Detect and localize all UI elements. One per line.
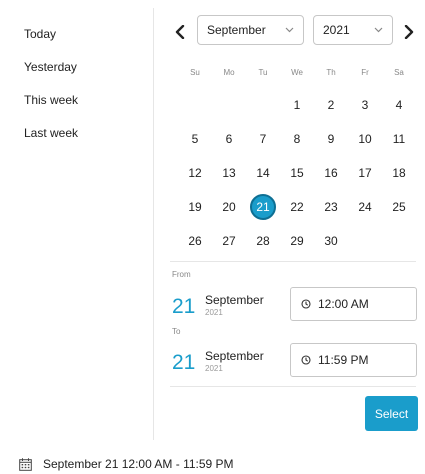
weekday-header-row: Su Mo Tu We Th Fr Sa (178, 66, 416, 80)
summary-text: September 21 12:00 AM - 11:59 PM (43, 457, 234, 471)
calendar-day[interactable]: 29 (280, 224, 314, 258)
year-select-value: 2021 (323, 23, 350, 37)
calendar-day[interactable]: 23 (314, 190, 348, 224)
weekday-tuesday: Tu (258, 68, 268, 77)
divider (170, 386, 416, 387)
prev-month-button[interactable] (170, 20, 190, 44)
calendar-day[interactable]: 10 (348, 122, 382, 156)
calendar-day[interactable]: 18 (382, 156, 416, 190)
year-select[interactable]: 2021 (313, 15, 393, 45)
chevron-right-icon (404, 25, 414, 39)
calendar-day[interactable]: 26 (178, 224, 212, 258)
calendar-day[interactable]: 1 (280, 88, 314, 122)
calendar-day[interactable]: 19 (178, 190, 212, 224)
to-time-input[interactable]: 11:59 PM (290, 343, 417, 377)
weekday-friday: Fr (361, 68, 369, 77)
calendar-icon (19, 457, 32, 471)
calendar-day[interactable]: 12 (178, 156, 212, 190)
preset-this-week[interactable]: This week (24, 92, 78, 108)
calendar-day[interactable]: 13 (212, 156, 246, 190)
to-time-value: 11:59 PM (318, 353, 369, 367)
calendar-day[interactable]: 7 (246, 122, 280, 156)
month-select-value: September (207, 23, 266, 37)
preset-last-week[interactable]: Last week (24, 125, 78, 141)
calendar-day[interactable]: 17 (348, 156, 382, 190)
from-year: 2021 (205, 308, 223, 317)
calendar-day[interactable]: 3 (348, 88, 382, 122)
to-year: 2021 (205, 364, 223, 373)
calendar-day[interactable]: 27 (212, 224, 246, 258)
calendar-day[interactable]: 2 (314, 88, 348, 122)
weekday-sunday: Su (190, 68, 200, 77)
preset-yesterday[interactable]: Yesterday (24, 59, 78, 75)
calendar-day-empty (246, 88, 280, 122)
from-time-value: 12:00 AM (318, 297, 369, 311)
selected-range-summary: September 21 12:00 AM - 11:59 PM (19, 456, 234, 472)
calendar-day[interactable]: 11 (382, 122, 416, 156)
calendar-day-empty (212, 88, 246, 122)
from-day: 21 (172, 295, 196, 318)
calendar-day[interactable]: 25 (382, 190, 416, 224)
to-month: September (205, 349, 264, 363)
calendar-day[interactable]: 20 (212, 190, 246, 224)
from-label: From (172, 270, 191, 279)
calendar-day[interactable]: 9 (314, 122, 348, 156)
chevron-left-icon (175, 25, 185, 39)
calendar-day[interactable]: 14 (246, 156, 280, 190)
calendar-day[interactable]: 24 (348, 190, 382, 224)
calendar-day[interactable]: 6 (212, 122, 246, 156)
chevron-down-icon (285, 27, 294, 33)
select-button[interactable]: Select (365, 396, 418, 431)
from-time-input[interactable]: 12:00 AM (290, 287, 417, 321)
calendar-day[interactable]: 16 (314, 156, 348, 190)
calendar-day-empty (178, 88, 212, 122)
to-day: 21 (172, 351, 196, 374)
divider (170, 261, 416, 262)
calendar-day[interactable]: 5 (178, 122, 212, 156)
weekday-monday: Mo (223, 68, 235, 77)
chevron-down-icon (374, 27, 383, 33)
calendar-day[interactable]: 4 (382, 88, 416, 122)
calendar-day-grid: 1 2 3 4 5 6 7 8 9 10 11 12 13 14 15 16 17 18 19 20 21 22 23 24 2… (178, 88, 416, 258)
preset-list: Today Yesterday This week Last week (24, 26, 78, 158)
from-month: September (205, 293, 264, 307)
calendar-day[interactable]: 15 (280, 156, 314, 190)
weekday-saturday: Sa (394, 68, 404, 77)
preset-today[interactable]: Today (24, 26, 78, 42)
vertical-divider (153, 8, 154, 440)
clock-icon (301, 355, 311, 365)
to-label: To (172, 327, 181, 336)
clock-icon (301, 299, 311, 309)
calendar-day[interactable]: 28 (246, 224, 280, 258)
calendar-day[interactable]: 30 (314, 224, 348, 258)
calendar-day-empty (382, 224, 416, 258)
calendar-day[interactable]: 22 (280, 190, 314, 224)
calendar-day-empty (348, 224, 382, 258)
calendar-day[interactable]: 21 (246, 190, 280, 224)
weekday-wednesday: We (291, 68, 303, 77)
month-select[interactable]: September (197, 15, 304, 45)
next-month-button[interactable] (399, 20, 419, 44)
weekday-thursday: Th (326, 68, 336, 77)
selected-day-marker: 21 (250, 194, 276, 220)
calendar-day[interactable]: 8 (280, 122, 314, 156)
